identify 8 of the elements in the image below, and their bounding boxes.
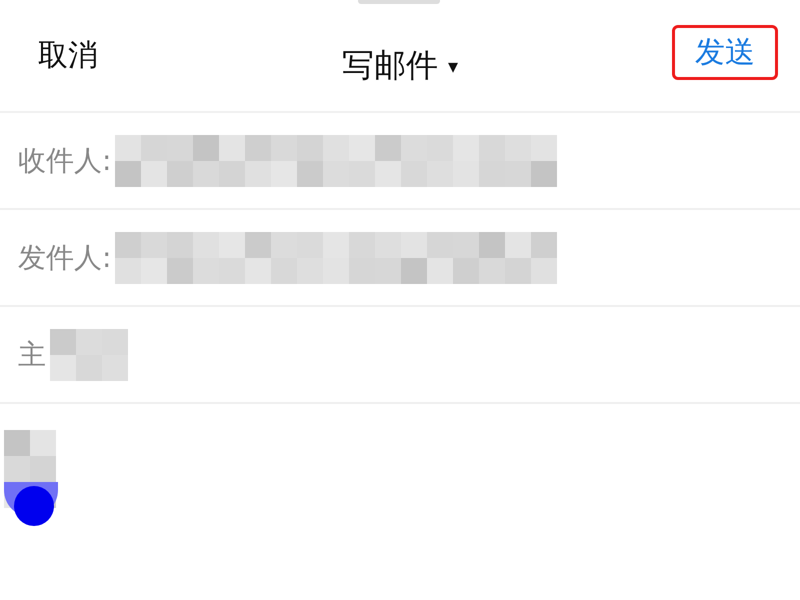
field-label: 发件人:: [18, 240, 112, 276]
cancel-button[interactable]: 取消: [38, 35, 98, 76]
caret-icon: ▾: [448, 54, 458, 78]
compose-title-dropdown[interactable]: 写邮件 ▾: [342, 44, 458, 88]
field-label: 主: [18, 336, 46, 372]
grab-handle[interactable]: [358, 0, 440, 4]
field-label: 收件人:: [18, 142, 112, 178]
send-button[interactable]: 发送: [672, 25, 778, 80]
